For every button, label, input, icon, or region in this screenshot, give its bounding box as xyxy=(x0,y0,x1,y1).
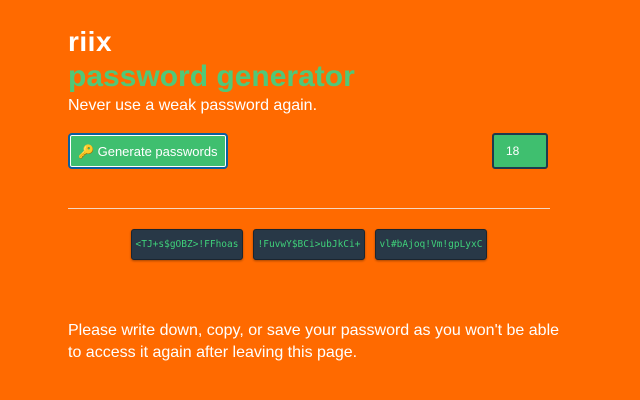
key-icon: 🔑 xyxy=(78,143,95,159)
password-length-value: 18 xyxy=(506,144,520,158)
tagline: Never use a weak password again. xyxy=(68,97,318,114)
password-length-input[interactable]: 18 xyxy=(492,133,548,169)
password-item[interactable]: vl#bAjoq!Vm!gpLyxC xyxy=(375,229,487,260)
password-item[interactable]: <TJ+s$gOBZ>!FFhoas xyxy=(131,229,243,260)
page-title: password generator xyxy=(68,60,355,93)
generate-passwords-button[interactable]: 🔑 Generate passwords xyxy=(68,133,228,169)
divider xyxy=(68,208,550,209)
password-item[interactable]: !FuvwY$BCi>ubJkCi+ xyxy=(253,229,365,260)
save-notice: Please write down, copy, or save your pa… xyxy=(68,322,560,361)
generate-passwords-label: Generate passwords xyxy=(97,143,218,159)
password-list: <TJ+s$gOBZ>!FFhoas !FuvwY$BCi>ubJkCi+ vl… xyxy=(0,229,640,260)
brand-name: riix xyxy=(68,26,113,57)
